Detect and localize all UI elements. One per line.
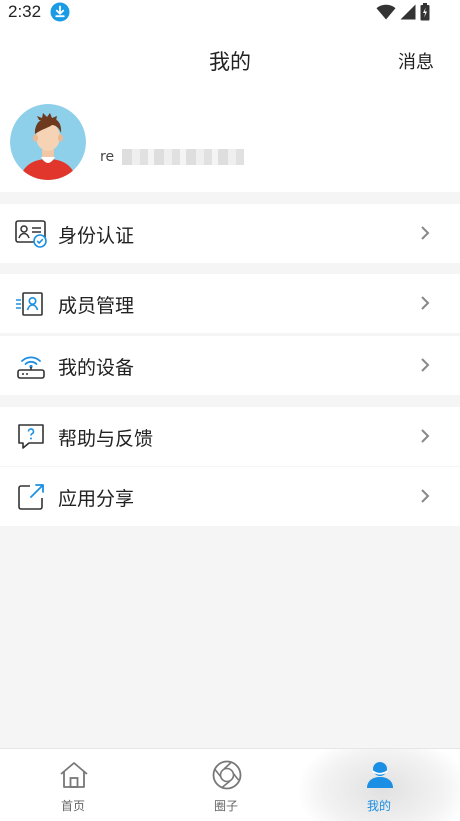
- user-icon: [367, 762, 393, 788]
- home-icon: [60, 762, 88, 788]
- member-card-icon: [16, 292, 43, 316]
- menu-item-share[interactable]: 应用分享: [0, 467, 460, 526]
- username-redacted: [122, 149, 245, 165]
- menu-item-help[interactable]: 帮助与反馈: [0, 407, 460, 466]
- share-icon: [18, 484, 44, 510]
- status-bar: 2:32: [0, 0, 460, 24]
- menu-item-label: 我的设备: [58, 357, 135, 379]
- menu-item-label: 成员管理: [58, 295, 135, 317]
- aperture-icon: [212, 760, 242, 790]
- chevron-right-icon: [421, 429, 430, 443]
- status-time: 2:32: [8, 2, 42, 21]
- menu-item-identity[interactable]: 身份认证: [0, 204, 460, 263]
- signal-icon: [400, 4, 416, 20]
- help-chat-icon: [18, 424, 44, 449]
- chevron-right-icon: [421, 358, 430, 372]
- tab-circle[interactable]: 圈子: [153, 749, 306, 821]
- messages-button[interactable]: 消息: [398, 48, 434, 74]
- wifi-icon: [376, 4, 396, 20]
- tab-label: 首页: [60, 799, 85, 813]
- chevron-right-icon: [421, 489, 430, 503]
- tab-label: 圈子: [213, 799, 238, 813]
- menu-item-label: 应用分享: [58, 488, 135, 510]
- menu-item-devices[interactable]: 我的设备: [0, 336, 460, 395]
- menu-item-label: 帮助与反馈: [58, 428, 154, 450]
- menu-item-label: 身份认证: [58, 225, 135, 247]
- page-title: 我的: [209, 50, 251, 74]
- battery-icon: [420, 3, 430, 21]
- id-card-icon: [15, 220, 47, 248]
- tab-label: 我的: [366, 799, 391, 813]
- chevron-right-icon: [421, 296, 430, 310]
- username: re: [100, 148, 245, 166]
- system-icons: [376, 3, 430, 21]
- download-icon: [50, 2, 70, 22]
- router-icon: [17, 356, 45, 379]
- bottom-tab-bar: 首页 圈子 我的: [0, 748, 460, 821]
- header: 我的 消息: [0, 24, 460, 96]
- tab-home[interactable]: 首页: [0, 749, 153, 821]
- chevron-right-icon: [421, 226, 430, 240]
- profile-section[interactable]: re: [0, 96, 460, 192]
- menu-item-members[interactable]: 成员管理: [0, 274, 460, 333]
- avatar[interactable]: [10, 104, 86, 180]
- username-text: re: [100, 149, 115, 165]
- tab-mine[interactable]: 我的: [306, 749, 459, 821]
